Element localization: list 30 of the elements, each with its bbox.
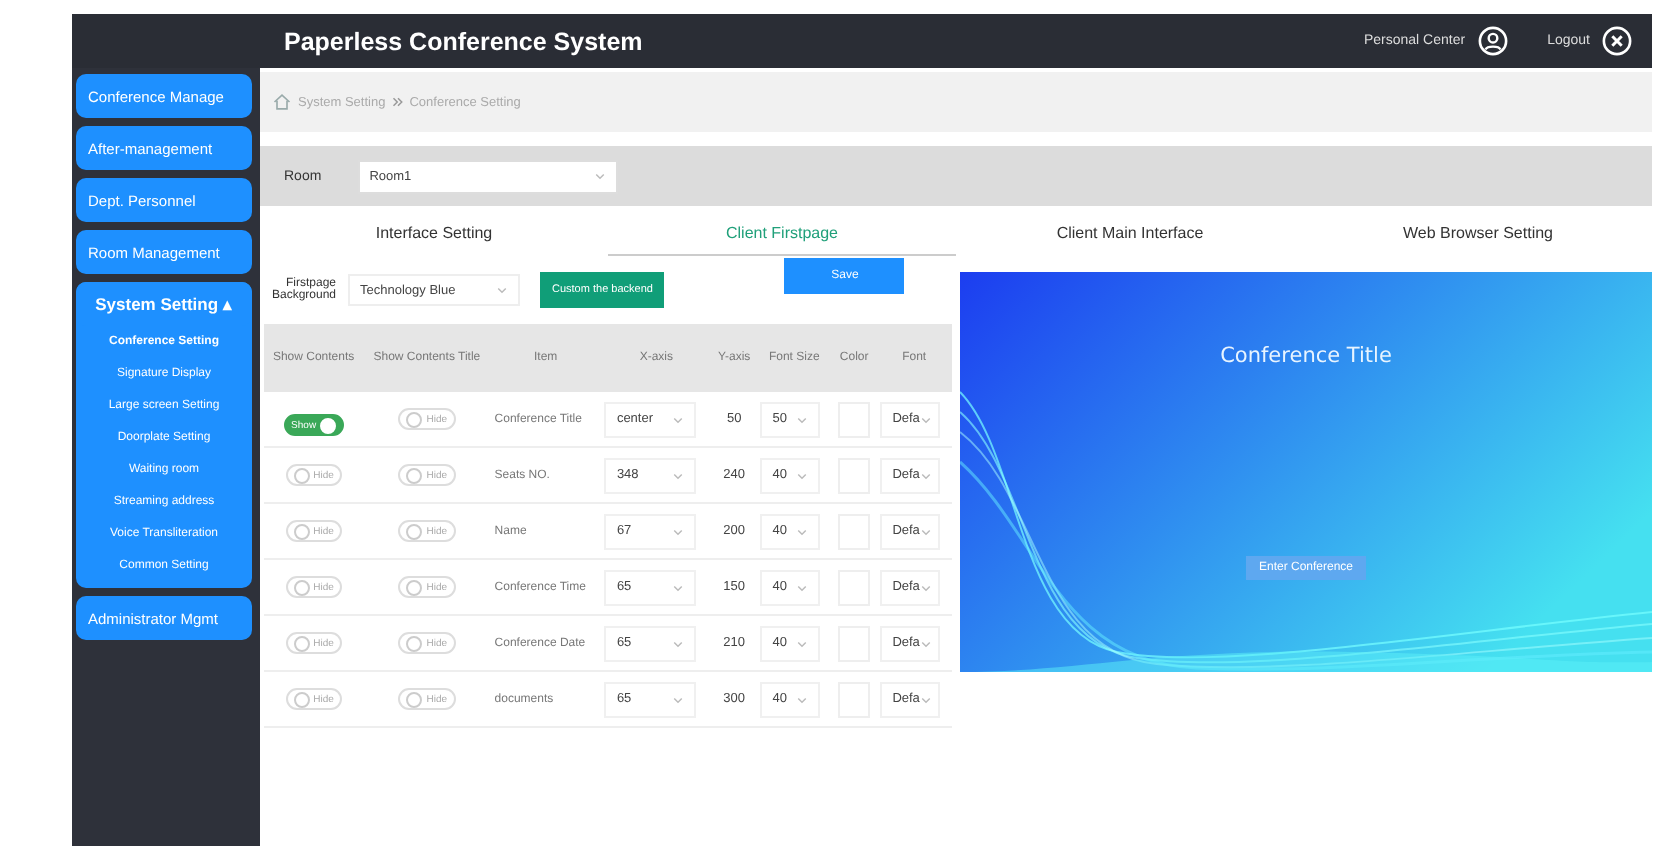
close-icon[interactable] [1602, 26, 1632, 56]
tab[interactable]: Interface Setting [260, 212, 608, 256]
caret-icon [672, 637, 685, 649]
caret-icon [672, 693, 685, 705]
caret-icon [919, 637, 932, 649]
caret-icon [672, 581, 685, 593]
caret-icon [796, 469, 809, 481]
tab[interactable]: Client Main Interface [956, 212, 1304, 256]
caret-icon [796, 525, 809, 537]
caret-icon [796, 637, 809, 649]
chevron-icon [391, 96, 404, 108]
caret-icon [919, 413, 932, 425]
home-icon [272, 92, 292, 112]
tab[interactable]: Client Firstpage [608, 212, 956, 256]
caret-icon [672, 469, 685, 481]
caret-icon [672, 413, 685, 425]
tab[interactable]: Web Browser Setting [1304, 212, 1652, 256]
conference-title: Conference Title [1220, 344, 1392, 368]
app-title: Paperless Conference System [284, 27, 643, 55]
caret-icon [919, 581, 932, 593]
caret-icon [496, 284, 508, 296]
caret-icon [796, 693, 809, 705]
caret-icon [672, 525, 685, 537]
caret-icon [796, 581, 809, 593]
caret-icon [919, 693, 932, 705]
user-icon[interactable] [1477, 26, 1508, 56]
caret-icon [593, 170, 606, 182]
caret-icon [919, 525, 932, 537]
caret-icon [796, 413, 809, 425]
caret-icon [919, 469, 932, 481]
